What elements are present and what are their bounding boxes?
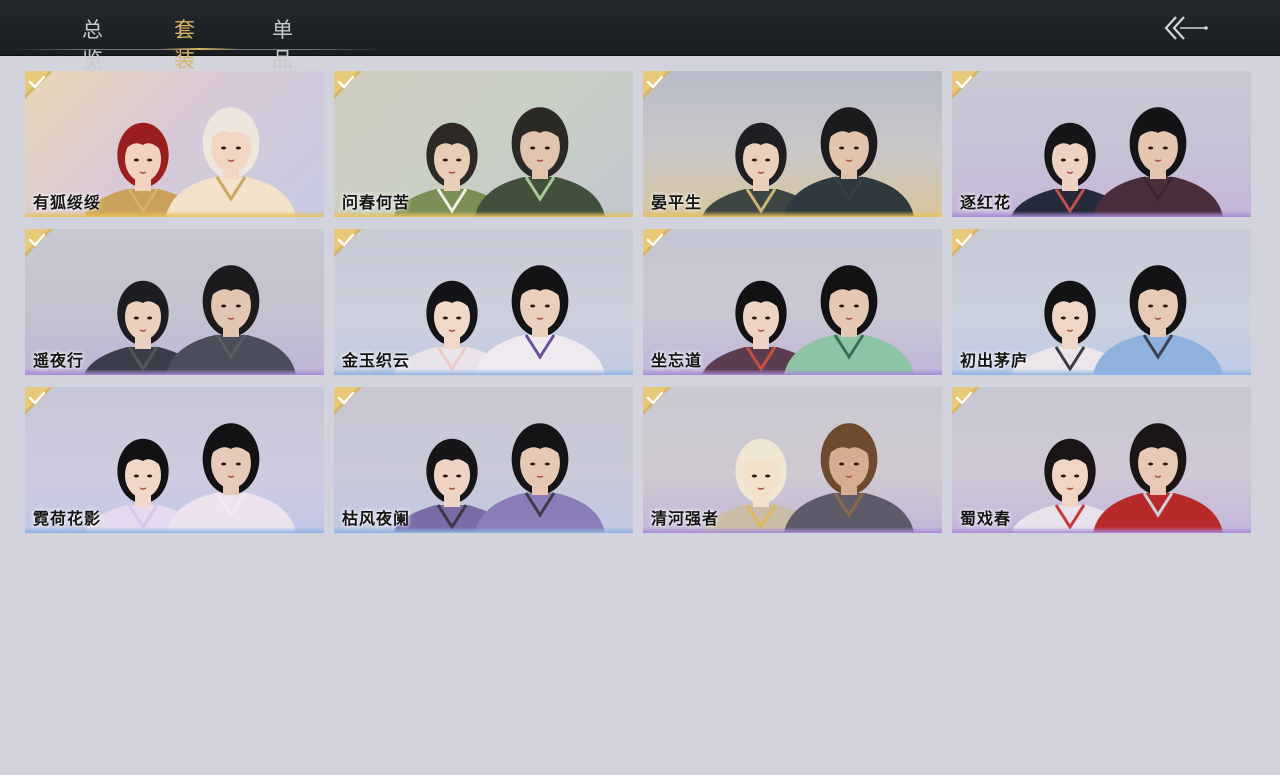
outfit-card[interactable]: 蜀戏春 bbox=[952, 387, 1251, 533]
owned-check-icon bbox=[25, 229, 55, 259]
outfit-name-label: 晏平生 bbox=[651, 193, 703, 212]
outfit-name-label: 清河强者 bbox=[651, 509, 720, 528]
male-character-figure bbox=[783, 423, 915, 533]
outfit-name-label: 逐红花 bbox=[960, 193, 1012, 212]
owned-check-icon bbox=[952, 71, 982, 101]
male-character-figure bbox=[1092, 107, 1224, 217]
outfit-name-label: 枯风夜阑 bbox=[342, 509, 411, 528]
active-tab-indicator bbox=[160, 48, 238, 50]
male-character-figure bbox=[474, 107, 606, 217]
outfit-name-label: 遥夜行 bbox=[33, 351, 85, 370]
owned-check-icon bbox=[643, 229, 673, 259]
owned-check-icon bbox=[334, 387, 364, 417]
outfit-name-label: 有狐绥绥 bbox=[33, 193, 102, 212]
outfit-card[interactable]: 霓荷花影 bbox=[25, 387, 324, 533]
outfit-name-label: 坐忘道 bbox=[651, 351, 703, 370]
owned-check-icon bbox=[952, 229, 982, 259]
outfit-card[interactable]: 遥夜行 bbox=[25, 229, 324, 375]
male-character-figure bbox=[1092, 423, 1224, 533]
outfit-card[interactable]: 清河强者 bbox=[643, 387, 942, 533]
male-character-figure bbox=[783, 107, 915, 217]
back-button[interactable] bbox=[1160, 14, 1212, 42]
top-nav-bar: 总览 套装 单品 bbox=[0, 0, 1280, 72]
outfit-name-label: 问春何苦 bbox=[342, 193, 411, 212]
tab-single-items[interactable]: 单品 bbox=[272, 14, 295, 74]
owned-check-icon bbox=[334, 229, 364, 259]
owned-check-icon bbox=[334, 71, 364, 101]
tab-overview[interactable]: 总览 bbox=[82, 14, 105, 74]
tab-outfit-sets[interactable]: 套装 bbox=[174, 14, 197, 74]
male-character-figure bbox=[783, 265, 915, 375]
male-character-figure bbox=[165, 423, 297, 533]
outfit-card[interactable]: 晏平生 bbox=[643, 71, 942, 217]
outfit-name-label: 蜀戏春 bbox=[960, 509, 1012, 528]
double-chevron-left-icon bbox=[1164, 16, 1208, 40]
male-character-figure bbox=[165, 265, 297, 375]
male-character-figure bbox=[1092, 265, 1224, 375]
outfit-card[interactable]: 坐忘道 bbox=[643, 229, 942, 375]
outfit-card[interactable]: 枯风夜阑 bbox=[334, 387, 633, 533]
outfit-card[interactable]: 金玉织云 bbox=[334, 229, 633, 375]
male-character-figure bbox=[165, 107, 297, 217]
outfit-card[interactable]: 有狐绥绥 bbox=[25, 71, 324, 217]
outfit-card[interactable]: 初出茅庐 bbox=[952, 229, 1251, 375]
owned-check-icon bbox=[25, 387, 55, 417]
outfit-name-label: 霓荷花影 bbox=[33, 509, 102, 528]
outfit-name-label: 金玉织云 bbox=[342, 351, 411, 370]
owned-check-icon bbox=[952, 387, 982, 417]
male-character-figure bbox=[474, 423, 606, 533]
outfit-card[interactable]: 问春何苦 bbox=[334, 71, 633, 217]
owned-check-icon bbox=[643, 387, 673, 417]
outfit-card[interactable]: 逐红花 bbox=[952, 71, 1251, 217]
outfit-name-label: 初出茅庐 bbox=[960, 351, 1029, 370]
owned-check-icon bbox=[25, 71, 55, 101]
male-character-figure bbox=[474, 265, 606, 375]
owned-check-icon bbox=[643, 71, 673, 101]
